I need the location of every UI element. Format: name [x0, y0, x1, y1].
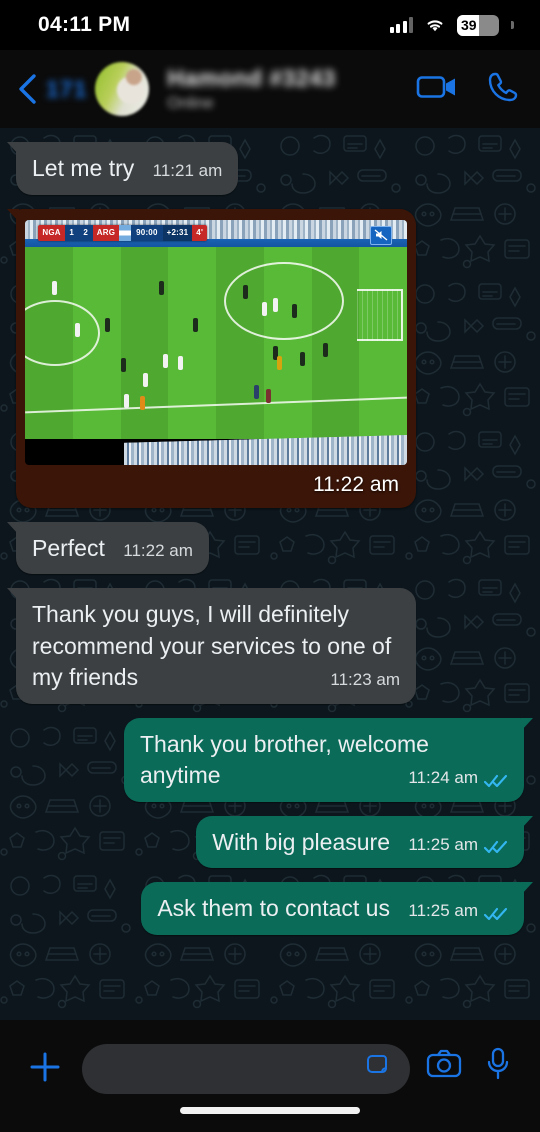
message-time: 11:25 am	[408, 901, 478, 920]
message-text: With big pleasure	[212, 828, 390, 855]
back-button[interactable]: 171	[14, 72, 87, 106]
message-composer	[0, 1020, 540, 1132]
stoppage-time: +2:31	[162, 224, 193, 241]
message-time: 11:22 am	[313, 472, 399, 496]
battery-percent: 39	[461, 17, 477, 33]
message-meta: 11:25 am	[408, 833, 508, 856]
battery-cap	[511, 21, 514, 29]
video-call-icon[interactable]	[416, 73, 458, 106]
message-text: Ask them to contact us	[157, 895, 390, 921]
message-bubble-outgoing[interactable]: With big pleasure 11:25 am	[196, 815, 533, 868]
match-clock: 90:00	[131, 224, 163, 241]
message-bubble-outgoing[interactable]: Thank you brother, welcome anytime 11:24…	[124, 717, 533, 802]
contact-presence: Online	[167, 95, 214, 112]
unread-count-badge[interactable]: 171	[46, 76, 87, 103]
battery-icon: 39	[457, 14, 499, 36]
whatsapp-chat-screen: 04:11 PM 39 171 Hamond #3243 Online Let …	[0, 0, 540, 1132]
away-team-score: 2	[78, 224, 93, 241]
message-row[interactable]: Let me try 11:21 am	[6, 142, 524, 195]
message-bubble-incoming[interactable]: Thank you guys, I will definitely recomm…	[7, 588, 416, 704]
away-team-flag	[119, 224, 132, 241]
message-row[interactable]: With big pleasure 11:25 am	[16, 815, 533, 868]
contact-name[interactable]: Hamond #3243	[167, 65, 416, 92]
message-text: Let me try	[32, 155, 135, 181]
cellular-signal-icon	[389, 17, 413, 33]
match-scoreboard: NGA 1 2 ARG 90:00 +2:31 4'	[38, 224, 208, 241]
message-row[interactable]: Ask them to contact us 11:25 am	[16, 882, 533, 935]
message-meta: 11:22 am	[25, 465, 407, 499]
message-meta: 11:21 am	[153, 159, 223, 182]
home-team-name: NGA	[38, 224, 65, 241]
home-indicator	[180, 1107, 360, 1114]
chat-header: 171 Hamond #3243 Online	[0, 50, 540, 128]
message-row[interactable]: Thank you guys, I will definitely recomm…	[7, 588, 524, 704]
message-row[interactable]: NGA 1 2 ARG 90:00 +2:31 4' 11:22 am	[7, 208, 524, 508]
message-time: 11:21 am	[152, 161, 223, 180]
read-double-check-icon	[483, 771, 508, 787]
status-bar-clock: 04:11 PM	[38, 13, 131, 36]
message-meta: 11:24 am	[408, 766, 508, 789]
message-row[interactable]: Perfect 11:22 am	[7, 521, 524, 574]
message-text: Perfect	[32, 534, 105, 561]
message-bubble-outgoing[interactable]: Ask them to contact us 11:25 am	[141, 882, 533, 935]
status-bar-indicators: 39	[389, 14, 514, 36]
video-message-bubble[interactable]: NGA 1 2 ARG 90:00 +2:31 4' 11:22 am	[7, 208, 416, 508]
camera-icon[interactable]	[424, 1044, 464, 1084]
football-pitch	[25, 246, 407, 439]
plus-icon[interactable]	[22, 1044, 68, 1090]
message-time: 11:24 am	[408, 768, 478, 787]
message-row[interactable]: Thank you brother, welcome anytime 11:24…	[16, 717, 533, 802]
contact-info[interactable]: Hamond #3243 Online	[167, 65, 416, 113]
players	[25, 247, 407, 439]
phone-call-icon[interactable]	[486, 70, 520, 109]
message-bubble-incoming[interactable]: Let me try 11:21 am	[6, 142, 239, 195]
mute-speaker-icon[interactable]	[369, 225, 392, 245]
message-text: Thank you brother, welcome anytime	[140, 730, 429, 789]
extra-minutes: 4'	[192, 224, 208, 241]
sticker-icon[interactable]	[364, 1052, 394, 1087]
read-double-check-icon	[483, 837, 508, 854]
status-bar: 04:11 PM 39	[0, 0, 540, 50]
back-chevron-icon[interactable]	[14, 72, 40, 106]
message-time: 11:25 am	[408, 834, 478, 854]
header-actions	[416, 70, 520, 109]
home-team-score: 1	[64, 224, 79, 241]
wifi-icon	[424, 17, 446, 33]
message-bubble-incoming[interactable]: Perfect 11:22 am	[7, 521, 209, 574]
message-time: 11:23 am	[330, 670, 400, 689]
avatar[interactable]	[95, 62, 150, 116]
message-input[interactable]	[102, 1044, 356, 1094]
message-meta: 11:22 am	[123, 539, 193, 562]
read-double-check-icon	[483, 904, 508, 920]
message-meta: 11:23 am	[330, 668, 400, 691]
stadium-crowd-lower	[124, 434, 407, 465]
video-thumbnail[interactable]: NGA 1 2 ARG 90:00 +2:31 4'	[25, 219, 407, 465]
message-list[interactable]: Let me try 11:21 am NGA 1 2 ARG 90:00 +2…	[0, 128, 540, 1020]
message-input-wrapper[interactable]	[82, 1044, 410, 1094]
message-time: 11:22 am	[123, 540, 193, 560]
message-meta: 11:25 am	[408, 899, 508, 922]
microphone-icon[interactable]	[478, 1044, 518, 1084]
away-team-name: ARG	[92, 224, 120, 241]
